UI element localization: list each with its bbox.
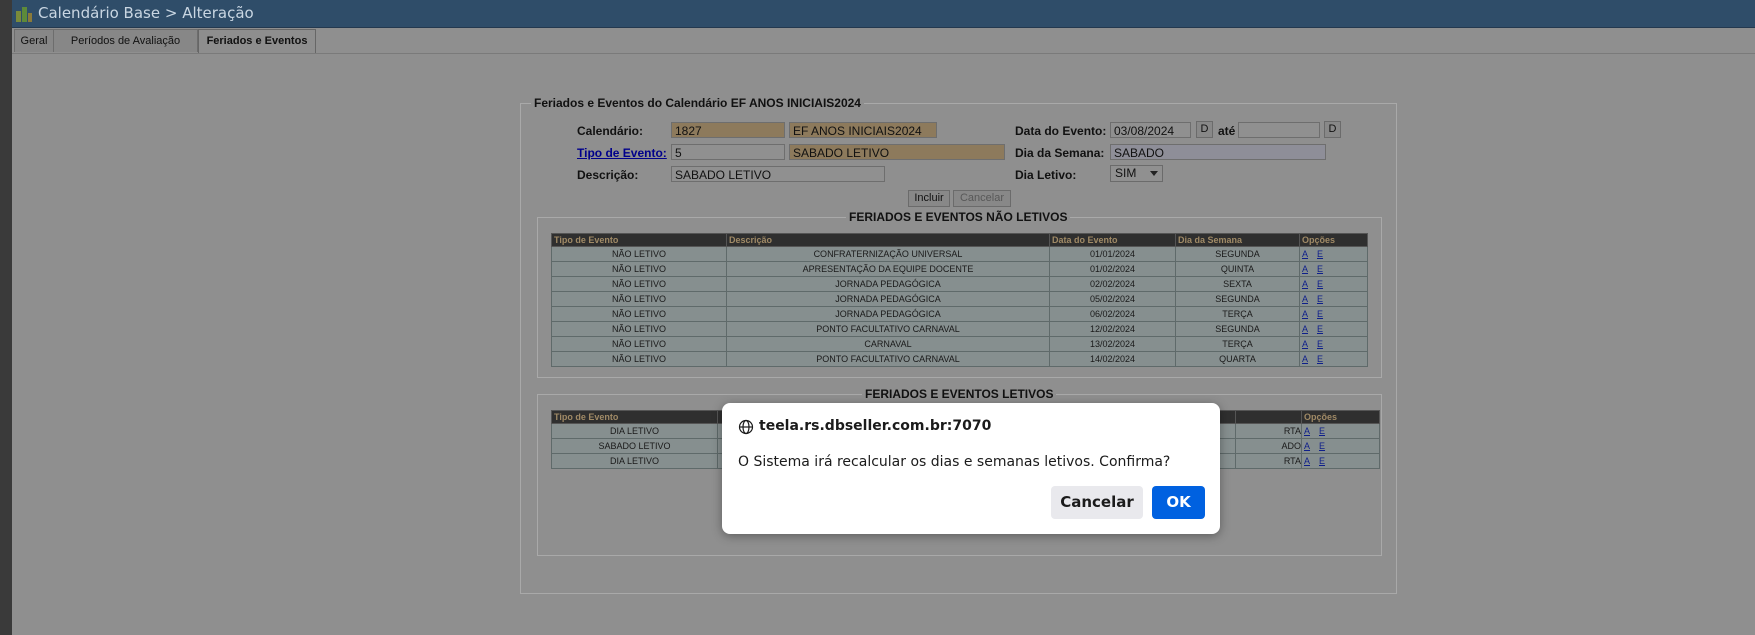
dialog-host: teela.rs.dbseller.com.br:7070 xyxy=(759,418,992,434)
dialog-message: O Sistema irá recalcular os dias e seman… xyxy=(738,454,1171,470)
dialog-cancel-button[interactable]: Cancelar xyxy=(1051,486,1143,519)
modal-backdrop xyxy=(0,0,1755,635)
globe-icon xyxy=(738,419,754,435)
confirm-dialog: teela.rs.dbseller.com.br:7070 O Sistema … xyxy=(722,403,1220,534)
dialog-ok-button[interactable]: OK xyxy=(1152,486,1205,519)
